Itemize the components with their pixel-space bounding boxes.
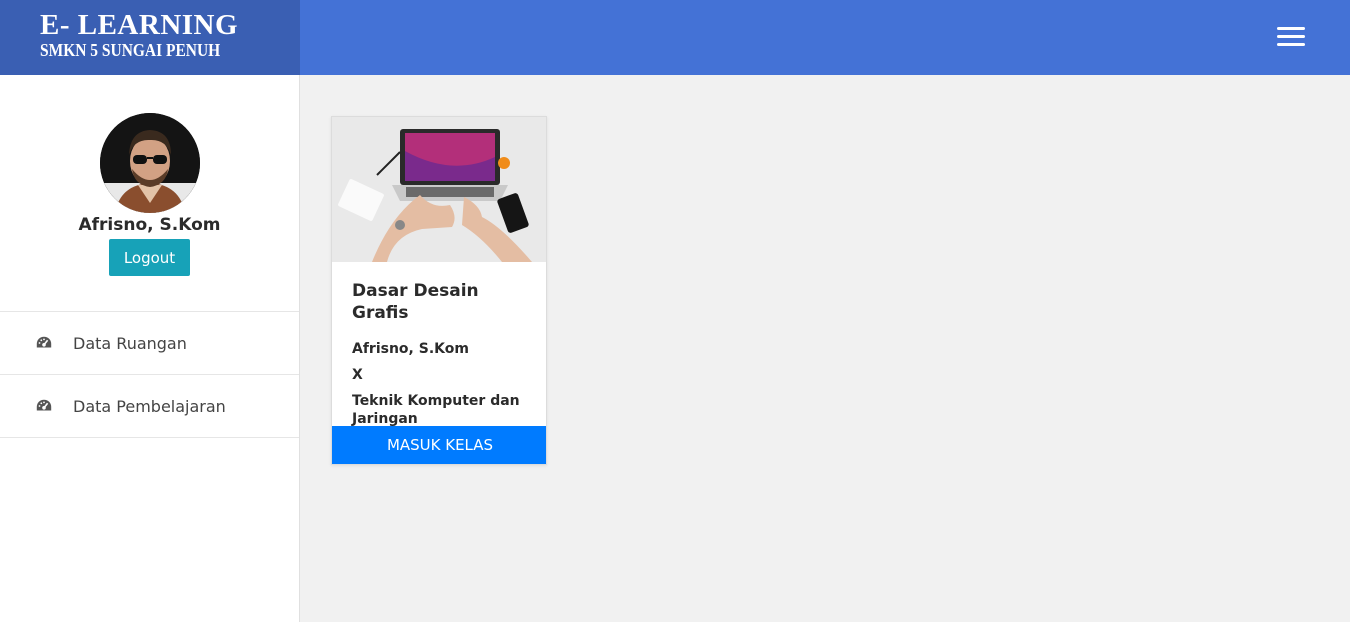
sidebar-item-label: Data Pembelajaran (73, 396, 226, 416)
course-card: Dasar Desain Grafis Afrisno, S.Kom X Tek… (331, 116, 547, 465)
course-teacher: Afrisno, S.Kom (352, 341, 469, 357)
brand-subtitle: SMKN 5 SUNGAI PENUH (40, 40, 221, 60)
course-image (332, 117, 546, 262)
enter-class-button[interactable]: MASUK KELAS (332, 426, 546, 464)
user-profile: Afrisno, S.Kom Logout (0, 75, 299, 312)
course-card-body: Dasar Desain Grafis Afrisno, S.Kom X Tek… (332, 262, 546, 428)
sidebar-item-data-pembelajaran[interactable]: Data Pembelajaran (0, 375, 299, 438)
top-navbar (300, 0, 1350, 75)
sidebar-item-data-ruangan[interactable]: Data Ruangan (0, 312, 299, 375)
dashboard-icon (36, 336, 52, 348)
brand-logo: E- LEARNING SMKN 5 SUNGAI PENUH (0, 0, 300, 75)
course-major: Teknik Komputer dan Jaringan (352, 393, 520, 427)
course-title: Dasar Desain Grafis (352, 281, 479, 323)
hamburger-menu-icon[interactable] (1277, 27, 1305, 47)
brand-title: E- LEARNING (40, 9, 239, 41)
dashboard-icon (36, 399, 52, 411)
avatar (99, 113, 200, 213)
sidebar: Afrisno, S.Kom Logout Data Ruangan Data … (0, 75, 300, 622)
logout-button[interactable]: Logout (109, 239, 190, 276)
user-name: Afrisno, S.Kom (78, 215, 221, 235)
course-class: X (352, 367, 363, 383)
sidebar-item-label: Data Ruangan (73, 333, 187, 353)
